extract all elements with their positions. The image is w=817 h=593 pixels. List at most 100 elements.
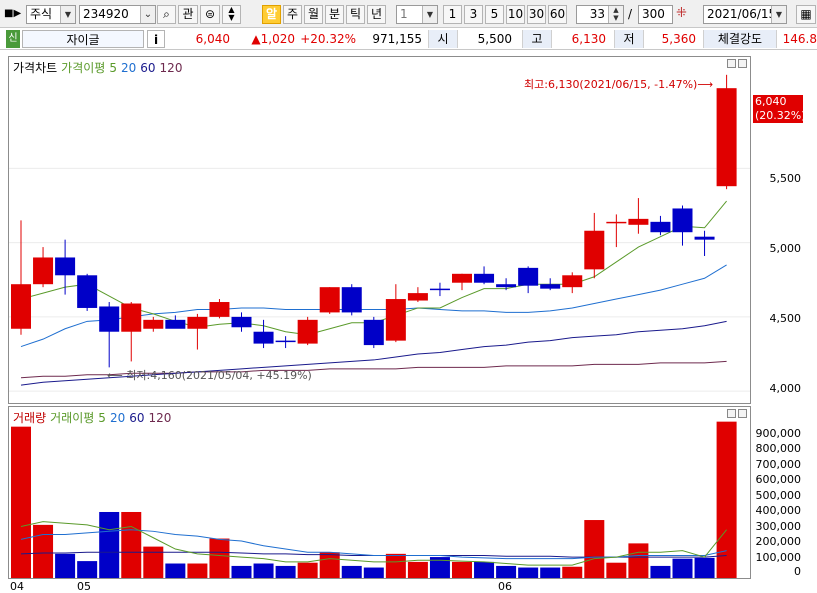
- low-label: 저: [614, 30, 644, 48]
- volume-bar: [143, 546, 164, 578]
- period-month-button[interactable]: 월: [304, 5, 323, 24]
- interval-5-button[interactable]: 5: [485, 5, 504, 24]
- period-tick-button[interactable]: 틱: [346, 5, 365, 24]
- period-year-button[interactable]: 년: [367, 5, 386, 24]
- candle-body: [496, 284, 517, 288]
- minimize-icon[interactable]: [727, 59, 736, 68]
- gwan-button[interactable]: 관: [178, 5, 198, 24]
- volume-bar: [628, 543, 649, 578]
- calendar-icon: ▦: [800, 7, 812, 21]
- candle-body: [518, 267, 539, 286]
- chevron-down-icon[interactable]: ▼: [771, 6, 786, 23]
- volume-bar: [55, 553, 76, 578]
- volume-bar: [474, 561, 495, 578]
- price-axis: 6,040 (20.32%) 5,500 5,000 4,500 4,000: [751, 56, 817, 404]
- volume-bar: [341, 565, 362, 578]
- price-legend-title: 가격차트: [13, 61, 58, 75]
- close-icon[interactable]: [738, 59, 747, 68]
- stock-name[interactable]: 자이글: [22, 30, 144, 48]
- total-input[interactable]: 300: [638, 5, 673, 24]
- candle-body: [452, 273, 472, 283]
- volume-bar: [209, 538, 230, 578]
- count-value: 33: [589, 7, 605, 21]
- volume-bar: [650, 565, 671, 578]
- interval-30-button[interactable]: 30: [527, 5, 546, 24]
- volume-bar: [297, 562, 318, 578]
- date-select[interactable]: 2021/06/15 ▼: [703, 5, 787, 24]
- info-button[interactable]: i: [147, 30, 165, 48]
- count-stepper[interactable]: 33 ▲ ▼: [576, 5, 624, 24]
- high-label: 고: [522, 30, 552, 48]
- vma-legend-label: 거래이평: [50, 411, 95, 425]
- ma20-legend: 20: [120, 61, 137, 75]
- candle-body: [628, 218, 649, 225]
- volume-chart-pane[interactable]: 거래량 거래이평 5 20 60 120: [8, 406, 751, 579]
- volume-tick: 300,000: [755, 520, 802, 533]
- candle-body: [584, 230, 605, 270]
- ma-legend-label: 가격이평: [61, 61, 106, 75]
- low-value: 5,360: [661, 32, 696, 46]
- change-rate: +20.32%: [300, 32, 356, 46]
- chevron-down-icon[interactable]: ⌄: [140, 6, 155, 23]
- chevron-down-icon[interactable]: ▼: [60, 6, 75, 23]
- market-select[interactable]: 주식 ▼: [26, 5, 76, 24]
- volume-bar: [319, 552, 340, 578]
- up-down-stepper[interactable]: ▲ ▼: [222, 5, 241, 24]
- search-icon: ⌕: [163, 7, 170, 21]
- search-button[interactable]: ⌕: [157, 5, 176, 24]
- strength-label: 체결강도: [703, 30, 777, 48]
- high-value: 6,130: [571, 32, 606, 46]
- candle-body: [275, 340, 296, 343]
- stepper-icon[interactable]: ▲ ▼: [608, 6, 623, 23]
- total-value: 300: [642, 7, 665, 21]
- vma120-legend: 120: [148, 411, 172, 425]
- open-value: 5,500: [477, 32, 512, 46]
- current-price: 6,040: [195, 32, 230, 46]
- interval-label: 3: [469, 7, 478, 21]
- calendar-button[interactable]: ▦: [796, 5, 816, 24]
- candle-body: [363, 319, 384, 346]
- period-week-button[interactable]: 주: [283, 5, 302, 24]
- volume-legend-title: 거래량: [13, 411, 47, 425]
- volume-bar: [540, 567, 561, 578]
- price-chart-pane[interactable]: 가격차트 가격이평 5 20 60 120 최고:6,130(2021/06/15, -1…: [8, 56, 751, 404]
- gwan-label: 관: [182, 7, 194, 21]
- last-price: 6,040: [755, 95, 787, 108]
- market-value: 주식: [30, 7, 53, 21]
- menu-arrow-icon[interactable]: ■▶: [4, 8, 21, 19]
- interval-3-button[interactable]: 3: [464, 5, 483, 24]
- candle-body: [253, 331, 274, 344]
- quote-bar: 신 자이글 i 6,040 ▲1,020 +20.32% 971,155 시 5…: [0, 28, 817, 50]
- interval-60-button[interactable]: 60: [548, 5, 567, 24]
- date-value: 2021/06/15: [707, 7, 777, 21]
- candle-body: [562, 275, 583, 288]
- volume-value: 971,155: [372, 32, 422, 46]
- toggle-icon-button[interactable]: ⊜: [200, 5, 220, 24]
- open-label: 시: [428, 30, 458, 48]
- x-label-04: 04: [10, 580, 24, 593]
- code-input[interactable]: 234920 ⌄: [79, 5, 156, 24]
- period-value-select[interactable]: 1 ▼: [396, 5, 438, 24]
- volume-bar: [33, 524, 54, 578]
- vma20-legend: 20: [109, 411, 126, 425]
- price-chart-svg: [9, 74, 750, 392]
- volume-bar: [496, 565, 517, 578]
- candle-body: [165, 319, 186, 329]
- minimize-icon[interactable]: [727, 409, 736, 418]
- ma60-legend: 60: [140, 61, 156, 75]
- interval-1-button[interactable]: 1: [443, 5, 462, 24]
- volume-bar: [452, 561, 472, 578]
- chevron-down-icon[interactable]: ▼: [422, 6, 437, 23]
- vma5-legend: 5: [98, 411, 106, 425]
- candle-body: [385, 299, 406, 341]
- al-button[interactable]: 알: [262, 5, 281, 24]
- close-icon[interactable]: [738, 409, 747, 418]
- volume-bar: [385, 553, 406, 578]
- candle-body: [716, 88, 737, 187]
- interval-10-button[interactable]: 10: [506, 5, 525, 24]
- toolbar: ■▶ 주식 ▼ 234920 ⌄ ⌕ 관 ⊜ ▲ ▼ 알 주 월 분 틱 년 1 …: [0, 0, 817, 28]
- period-minute-button[interactable]: 분: [325, 5, 344, 24]
- volume-bar: [231, 565, 252, 578]
- grid-settings-icon[interactable]: ⁜: [676, 6, 687, 21]
- candle-body: [672, 208, 693, 233]
